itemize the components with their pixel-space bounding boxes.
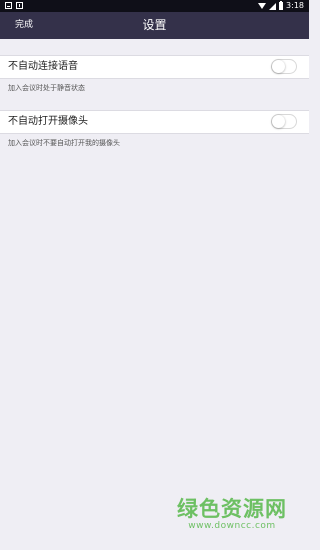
- status-right-icons: 3:18: [258, 0, 304, 12]
- setting-label-auto-audio: 不自动连接语音: [8, 61, 78, 72]
- watermark-title: 绿色资源网: [177, 497, 287, 521]
- watermark: 绿色资源网 www.downcc.com: [177, 497, 287, 532]
- watermark-url: www.downcc.com: [188, 521, 276, 531]
- battery-icon: [279, 1, 284, 10]
- toggle-knob: [272, 60, 285, 73]
- signal-icon: [269, 2, 277, 10]
- toggle-knob: [272, 115, 285, 128]
- wifi-icon: [258, 3, 267, 9]
- download-icon: [16, 2, 23, 9]
- notification-icon: [5, 2, 12, 9]
- nav-bar: 完成 设置: [0, 12, 309, 39]
- setting-row-auto-audio[interactable]: 不自动连接语音: [0, 55, 309, 79]
- setting-row-auto-video[interactable]: 不自动打开摄像头: [0, 110, 309, 134]
- status-bar: 3:18: [0, 0, 309, 12]
- auto-video-toggle[interactable]: [271, 114, 297, 129]
- status-left-icons: [5, 2, 23, 9]
- setting-description-auto-video: 加入会议时不要自动打开我的摄像头: [8, 139, 120, 147]
- auto-audio-toggle[interactable]: [271, 59, 297, 74]
- status-time: 3:18: [286, 1, 304, 10]
- setting-label-auto-video: 不自动打开摄像头: [8, 116, 88, 127]
- page-title: 设置: [142, 18, 167, 32]
- setting-description-auto-audio: 加入会议时处于静音状态: [8, 84, 85, 92]
